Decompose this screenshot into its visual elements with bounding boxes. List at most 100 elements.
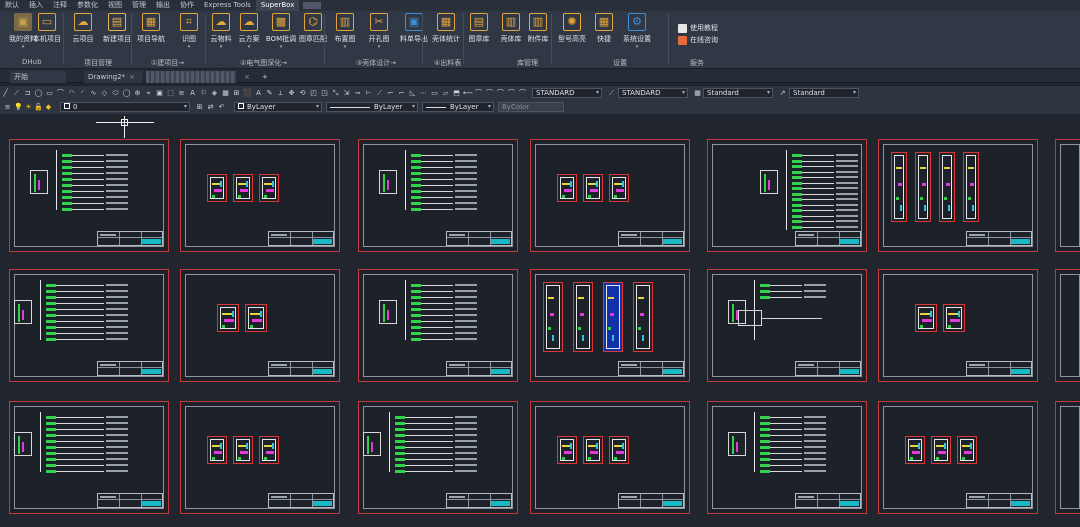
draw-tool-icon[interactable]: ⋯ — [419, 89, 428, 98]
tab-insert[interactable]: 插入 — [24, 0, 48, 11]
draw-tool-icon[interactable]: ≡ — [177, 89, 186, 98]
color-dropdown[interactable]: ByLayer ▾ — [234, 102, 322, 112]
draw-tool-icon[interactable]: ◜ — [78, 89, 87, 98]
ribbon-button-17[interactable]: ▥ 附件库 — [521, 13, 555, 44]
linetype-dropdown[interactable]: ByLayer ▾ — [326, 102, 418, 112]
layer-dropdown[interactable]: 0 ▾ — [60, 102, 190, 112]
draw-tool-icon[interactable]: ⊐ — [23, 89, 32, 98]
close-tab-icon[interactable]: × — [129, 73, 135, 81]
draw-tool-icon[interactable]: ◇ — [100, 89, 109, 98]
tab-express-tools[interactable]: Express Tools — [199, 0, 256, 11]
ribbon-group-label[interactable]: 设置 — [613, 58, 627, 68]
ribbon-button-6[interactable]: ⌗ 识图 ▾ — [172, 13, 206, 50]
drawing-sheet[interactable] — [9, 269, 169, 382]
ribbon-group-label[interactable]: 服务 — [690, 58, 704, 68]
drawing-sheet[interactable] — [707, 139, 867, 252]
table-style-dropdown[interactable]: Standard ▾ — [703, 88, 773, 98]
ribbon-group-label[interactable]: ③壳体设计→ — [356, 58, 396, 68]
ribbon-button-3[interactable]: ☁ 云项目 — [66, 13, 100, 44]
draw-tool-icon[interactable]: ⊞ — [232, 89, 241, 98]
draw-tool-icon[interactable]: ▣ — [155, 89, 164, 98]
doc-tab-blurred[interactable] — [146, 71, 236, 83]
ribbon-group-label[interactable]: ②电气图深化→ — [240, 58, 287, 68]
draw-tool-icon[interactable]: ⊢ — [364, 89, 373, 98]
draw-tool-icon[interactable]: ⤡ — [331, 89, 340, 98]
draw-tool-icon[interactable]: ⬒ — [452, 89, 461, 98]
drawing-sheet[interactable] — [878, 139, 1038, 252]
layer-on-icon[interactable]: 💡 — [14, 103, 23, 112]
tutorial-link[interactable]: 使用教程 — [678, 23, 718, 33]
draw-tool-icon[interactable]: ⌒ — [474, 89, 483, 98]
tab-output[interactable]: 输出 — [151, 0, 175, 11]
drawing-sheet[interactable] — [707, 269, 867, 382]
make-current-icon[interactable]: ⊞ — [195, 103, 204, 112]
tab-manage[interactable]: 管理 — [127, 0, 151, 11]
layer-previous-icon[interactable]: ↶ — [217, 103, 226, 112]
drawing-sheet[interactable] — [530, 269, 690, 382]
plot-style-dropdown[interactable]: ByColor — [498, 102, 564, 112]
layer-thaw-icon[interactable]: ☀ — [24, 103, 33, 112]
dimension-style-dropdown[interactable]: STANDARD ▾ — [618, 88, 688, 98]
match-layer-icon[interactable]: ⇄ — [206, 103, 215, 112]
draw-tool-icon[interactable]: ⟋ — [12, 89, 21, 98]
draw-tool-icon[interactable]: ▦ — [221, 89, 230, 98]
draw-tool-icon[interactable]: ◯ — [122, 89, 131, 98]
tab-view[interactable]: 视图 — [103, 0, 127, 11]
drawing-sheet[interactable] — [180, 401, 340, 514]
online-consult-link[interactable]: 在线咨询 — [678, 35, 718, 45]
drawing-sheet[interactable] — [358, 401, 518, 514]
ribbon-button-8[interactable]: ☁ 云方案 ▾ — [232, 13, 266, 50]
ribbon-button-19[interactable]: ▦ 快捷 — [587, 13, 621, 44]
layer-plot-icon[interactable]: ◆ — [44, 103, 53, 112]
drawing-sheet[interactable] — [530, 401, 690, 514]
draw-tool-icon[interactable]: A — [254, 89, 263, 98]
draw-tool-icon[interactable]: ⌒ — [507, 89, 516, 98]
lineweight-dropdown[interactable]: ByLayer ▾ — [422, 102, 494, 112]
draw-tool-icon[interactable]: ▱ — [441, 89, 450, 98]
layer-lock-icon[interactable]: 🔓 — [34, 103, 43, 112]
draw-tool-icon[interactable]: ⌒ — [496, 89, 505, 98]
draw-tool-icon[interactable]: ▭ — [430, 89, 439, 98]
ribbon-button-13[interactable]: ▣ 料单导出 — [397, 13, 431, 44]
drawing-canvas[interactable] — [0, 115, 1080, 527]
draw-tool-icon[interactable]: ⇲ — [342, 89, 351, 98]
draw-tool-icon[interactable]: ∿ — [89, 89, 98, 98]
draw-tool-icon[interactable]: ⚐ — [199, 89, 208, 98]
drawing-sheet[interactable] — [878, 269, 1038, 382]
draw-tool-icon[interactable]: ◳ — [320, 89, 329, 98]
drawing-sheet[interactable] — [707, 401, 867, 514]
draw-tool-icon[interactable]: ⌐ — [397, 89, 406, 98]
drawing-sheet[interactable] — [358, 269, 518, 382]
ribbon-button-12[interactable]: ✂ 开孔图 ▾ — [362, 13, 396, 50]
multileader-style-dropdown[interactable]: Standard ▾ — [789, 88, 859, 98]
ribbon-group-label[interactable]: DHub — [22, 58, 42, 66]
ribbon-button-9[interactable]: ▩ BOM批调 ▾ — [264, 13, 298, 50]
drawing-sheet[interactable] — [530, 139, 690, 252]
drawing-sheet[interactable] — [9, 401, 169, 514]
draw-tool-icon[interactable]: ⌒ — [518, 89, 527, 98]
draw-tool-icon[interactable]: ⊕ — [133, 89, 142, 98]
draw-tool-icon[interactable]: ⌒ — [485, 89, 494, 98]
tab-annotate[interactable]: 注释 — [48, 0, 72, 11]
draw-tool-icon[interactable]: ⟂ — [276, 89, 285, 98]
text-style-dropdown[interactable]: STANDARD ▾ — [532, 88, 602, 98]
draw-tool-icon[interactable]: ⊸ — [353, 89, 362, 98]
ribbon-button-5[interactable]: ▦ 项目导航 — [134, 13, 168, 44]
draw-tool-icon[interactable]: ⌐ — [386, 89, 395, 98]
ribbon-button-20[interactable]: ⚙ 系统设置 ▾ — [620, 13, 654, 50]
layer-manager-icon[interactable]: ≡ — [3, 103, 12, 112]
ribbon-group-label[interactable]: ①建项目→ — [151, 58, 184, 68]
ribbon-button-15[interactable]: ▤ 图章库 — [462, 13, 496, 44]
drawing-sheet[interactable] — [358, 139, 518, 252]
ribbon-button-4[interactable]: ▤ 新建项目 — [100, 13, 134, 44]
draw-tool-icon[interactable]: ⟋ — [375, 89, 384, 98]
draw-tool-icon[interactable]: ⬛ — [243, 89, 252, 98]
ribbon-button-18[interactable]: ✺ 型号高亮 — [555, 13, 589, 44]
draw-tool-icon[interactable]: ⟲ — [298, 89, 307, 98]
ribbon-group-label[interactable]: 库管理 — [517, 58, 538, 68]
draw-tool-icon[interactable]: ◠ — [67, 89, 76, 98]
draw-tool-icon[interactable]: ◯ — [34, 89, 43, 98]
tab-collaborate[interactable]: 协作 — [175, 0, 199, 11]
ribbon-options-toggle[interactable] — [303, 2, 322, 9]
draw-tool-icon[interactable]: ⟵ — [463, 89, 473, 98]
